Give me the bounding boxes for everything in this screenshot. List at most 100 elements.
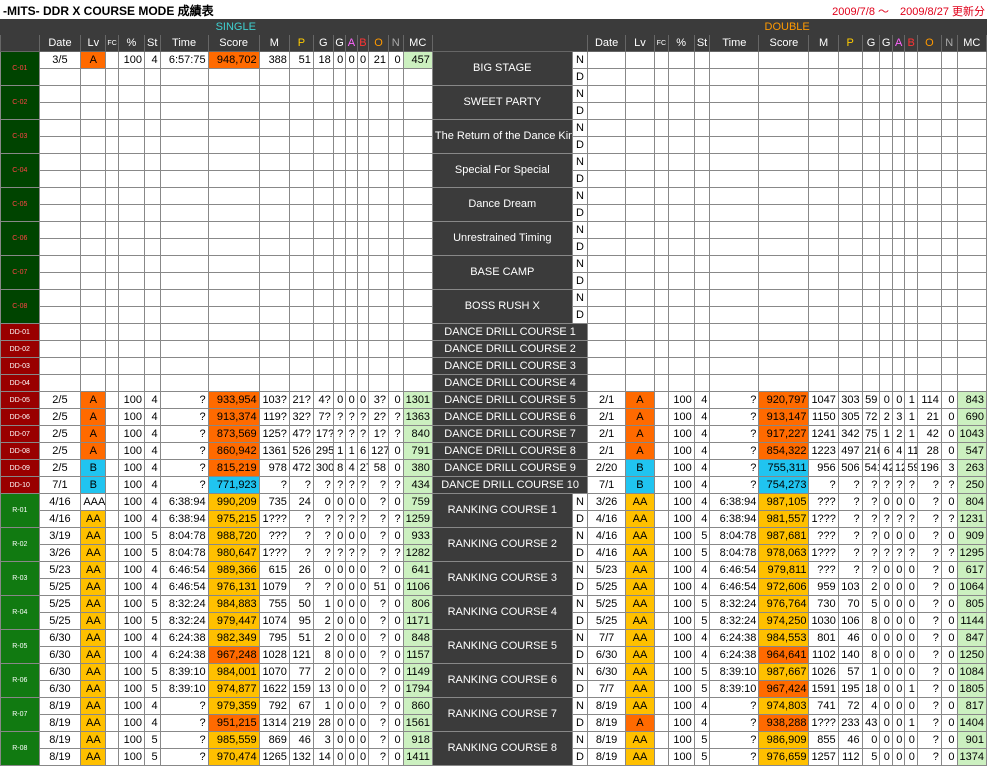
double-score-cell: 974,803 <box>758 697 810 715</box>
double-score-cell <box>861 357 881 375</box>
single-score-cell <box>80 85 107 103</box>
double-score-cell: AA <box>624 680 656 698</box>
double-score-cell: 8 <box>861 612 881 630</box>
single-score-cell <box>312 136 334 154</box>
single-score-cell <box>345 153 358 171</box>
double-score-cell: 0 <box>940 663 958 681</box>
double-score-cell <box>916 51 942 69</box>
single-column-header: Lv <box>80 34 107 52</box>
single-score-cell <box>80 357 107 375</box>
single-score-cell: 21? <box>288 391 314 409</box>
double-score-cell <box>956 306 987 324</box>
double-score-cell: 4 <box>693 697 711 715</box>
single-score-cell <box>159 289 209 307</box>
course-id-label: C-08 <box>0 289 40 324</box>
double-score-cell <box>654 340 669 358</box>
single-score-cell <box>80 170 107 188</box>
double-score-cell: 2/1 <box>587 391 626 409</box>
double-score-cell <box>693 51 711 69</box>
single-score-cell: 2 <box>312 612 334 630</box>
double-score-cell <box>808 187 839 205</box>
double-score-cell: 100 <box>667 612 695 630</box>
double-score-cell: 0 <box>879 578 893 596</box>
double-score-cell <box>837 68 863 86</box>
double-score-cell: 0 <box>904 527 918 545</box>
double-score-cell: ? <box>916 680 942 698</box>
single-score-cell <box>332 102 347 120</box>
single-score-cell: 159 <box>288 680 314 698</box>
single-score-cell: 457 <box>402 51 433 69</box>
single-score-cell <box>312 221 334 239</box>
double-score-cell: 342 <box>837 425 863 443</box>
single-score-cell: 100 <box>117 578 145 596</box>
single-score-cell: 989,366 <box>207 561 260 579</box>
double-score-cell: 100 <box>667 748 695 766</box>
double-score-cell <box>693 289 711 307</box>
double-score-cell: 1??? <box>808 714 839 732</box>
single-score-cell: B <box>80 459 107 477</box>
double-score-cell: 100 <box>667 476 695 494</box>
double-score-cell <box>837 51 863 69</box>
single-score-cell: 0 <box>387 714 404 732</box>
double-score-cell: 100 <box>667 578 695 596</box>
double-score-cell: 46 <box>837 731 863 749</box>
single-score-cell: 860 <box>402 697 433 715</box>
single-score-cell: 100 <box>117 425 145 443</box>
single-score-cell: ? <box>345 544 358 562</box>
double-score-cell <box>693 153 711 171</box>
single-score-cell <box>402 85 433 103</box>
double-score-cell: 0 <box>879 646 893 664</box>
double-score-cell <box>654 493 669 511</box>
single-score-cell: 24 <box>288 493 314 511</box>
single-score-cell <box>402 357 433 375</box>
double-score-cell: ? <box>916 663 942 681</box>
normal-marker: N <box>571 187 589 205</box>
single-score-cell: AA <box>80 629 107 647</box>
single-score-cell: 840 <box>402 425 433 443</box>
single-score-cell <box>345 272 358 290</box>
single-score-cell <box>117 340 145 358</box>
single-score-cell <box>258 153 290 171</box>
single-score-cell <box>143 204 161 222</box>
single-score-cell <box>258 374 290 392</box>
double-score-cell <box>904 289 918 307</box>
single-score-cell: 100 <box>117 646 145 664</box>
double-score-cell <box>891 340 906 358</box>
single-score-cell: 975,215 <box>207 510 260 528</box>
double-score-cell: 0 <box>891 646 906 664</box>
double-score-cell <box>940 221 958 239</box>
double-score-cell: ? <box>861 493 881 511</box>
single-score-cell <box>143 238 161 256</box>
double-score-cell: 100 <box>667 595 695 613</box>
single-score-cell: 0 <box>345 561 358 579</box>
single-score-cell <box>288 221 314 239</box>
single-score-cell: 26 <box>288 561 314 579</box>
single-score-cell: 6:57:75 <box>159 51 209 69</box>
single-score-cell: 873,569 <box>207 425 260 443</box>
single-score-cell: 5 <box>143 527 161 545</box>
double-score-cell <box>758 238 810 256</box>
single-score-cell: ? <box>368 510 389 528</box>
single-score-cell <box>288 289 314 307</box>
single-score-cell: 0 <box>356 714 370 732</box>
double-score-cell: 114 <box>916 391 942 409</box>
course-name: RANKING COURSE 6 <box>431 663 573 698</box>
single-score-cell <box>402 238 433 256</box>
double-score-cell: AA <box>624 578 656 596</box>
double-score-cell <box>879 306 893 324</box>
normal-marker: N <box>571 153 589 171</box>
double-score-cell <box>758 289 810 307</box>
single-score-cell: 4/16 <box>38 493 82 511</box>
double-score-cell <box>654 289 669 307</box>
single-score-cell: 125? <box>258 425 290 443</box>
column-header-blank <box>0 34 40 52</box>
double-score-cell <box>624 51 656 69</box>
double-score-cell: 3 <box>940 459 958 477</box>
single-score-cell: 2? <box>368 408 389 426</box>
single-score-cell: 1??? <box>258 544 290 562</box>
single-score-cell <box>312 204 334 222</box>
single-score-cell <box>288 306 314 324</box>
single-score-cell <box>143 187 161 205</box>
double-score-cell <box>693 255 711 273</box>
double-column-header: N <box>940 34 958 52</box>
